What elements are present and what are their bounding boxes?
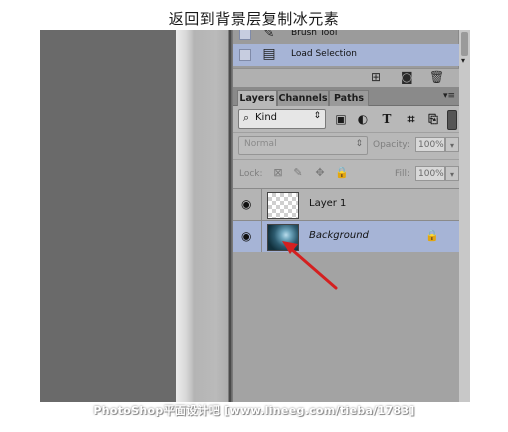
layer-thumbnail (267, 192, 299, 219)
layers-empty-area (233, 252, 459, 402)
history-item-load-selection[interactable]: ▤ Load Selection (233, 44, 459, 66)
panel-scrollbar[interactable]: ▾ (458, 30, 470, 402)
layer-filter-row: ⌕ Kind ⇕ ▣ ◐ T ⌗ ⎘ (233, 106, 459, 133)
watermark: PhotoShop平面设计吧 [www.lineeg.com/tieba/178… (93, 404, 415, 417)
kind-filter-select[interactable]: ⌕ Kind ⇕ (238, 109, 326, 129)
visibility-toggle[interactable]: ◉ (233, 189, 262, 220)
search-icon: ⌕ (243, 111, 250, 124)
new-snapshot-icon[interactable]: ⊞ (371, 70, 381, 84)
layer-row-background[interactable]: ◉ Background 🔒 (233, 221, 459, 253)
camera-icon[interactable]: ◙ (401, 70, 413, 84)
lock-brush-icon[interactable]: ✎ (291, 166, 305, 180)
pixel-filter-icon[interactable]: ▣ (333, 111, 349, 127)
history-item-brush-tool[interactable]: ✎ Brush Tool (233, 30, 459, 45)
panel-menu-icon[interactable]: ▾≡ (443, 91, 455, 101)
tutorial-caption: 返回到背景层复制冰元素 (168, 10, 340, 28)
lock-move-icon[interactable]: ✥ (313, 166, 327, 180)
fill-label: Fill: (395, 169, 411, 179)
side-panel: ▾ ✎ Brush Tool ▤ Load Selection ⊞ ◙ 🗑 La… (232, 30, 470, 402)
opacity-label: Opacity: (373, 140, 410, 150)
document-canvas-edge (176, 30, 232, 402)
history-checkbox[interactable] (239, 30, 251, 40)
shape-filter-icon[interactable]: ⌗ (403, 111, 419, 127)
photoshop-screenshot: ▾ ✎ Brush Tool ▤ Load Selection ⊞ ◙ 🗑 La… (40, 30, 470, 402)
blend-row: Normal ⇕ Opacity: 100% ▾ (233, 133, 459, 160)
trash-icon[interactable]: 🗑 (429, 70, 444, 84)
smart-object-filter-icon[interactable]: ⎘ (425, 111, 441, 127)
selection-document-icon: ▤ (262, 46, 276, 62)
lock-row: Lock: ⊠ ✎ ✥ 🔒 Fill: 100% ▾ (233, 160, 459, 189)
updown-arrow-icon: ⇕ (355, 139, 363, 149)
fill-dropdown-icon[interactable]: ▾ (445, 166, 459, 181)
opacity-input[interactable]: 100% (415, 137, 445, 152)
lock-icon: 🔒 (425, 229, 439, 242)
layer-row-layer-1[interactable]: ◉ Layer 1 (233, 189, 459, 221)
updown-arrow-icon: ⇕ (313, 111, 321, 121)
eye-icon: ◉ (241, 197, 252, 211)
blend-mode-select[interactable]: Normal ⇕ (238, 136, 368, 155)
lock-label: Lock: (239, 169, 263, 179)
history-checkbox[interactable] (239, 49, 251, 61)
eye-icon: ◉ (241, 229, 252, 243)
history-footer: ⊞ ◙ 🗑 (233, 68, 459, 88)
filter-toggle[interactable] (447, 110, 457, 130)
lock-transparent-icon[interactable]: ⊠ (271, 166, 285, 180)
tab-layers[interactable]: Layers (237, 90, 277, 106)
tab-channels[interactable]: Channels (277, 90, 329, 106)
type-filter-icon[interactable]: T (379, 111, 395, 127)
lock-all-icon[interactable]: 🔒 (335, 166, 349, 180)
brush-icon: ✎ (263, 30, 275, 41)
fill-input[interactable]: 100% (415, 166, 445, 181)
adjustment-filter-icon[interactable]: ◐ (355, 111, 371, 127)
tab-paths[interactable]: Paths (329, 90, 369, 106)
opacity-dropdown-icon[interactable]: ▾ (445, 137, 459, 152)
visibility-toggle[interactable]: ◉ (233, 221, 262, 252)
layer-thumbnail (267, 224, 299, 251)
layers-panel-tabs: Layers Channels Paths ▾≡ (233, 87, 459, 106)
